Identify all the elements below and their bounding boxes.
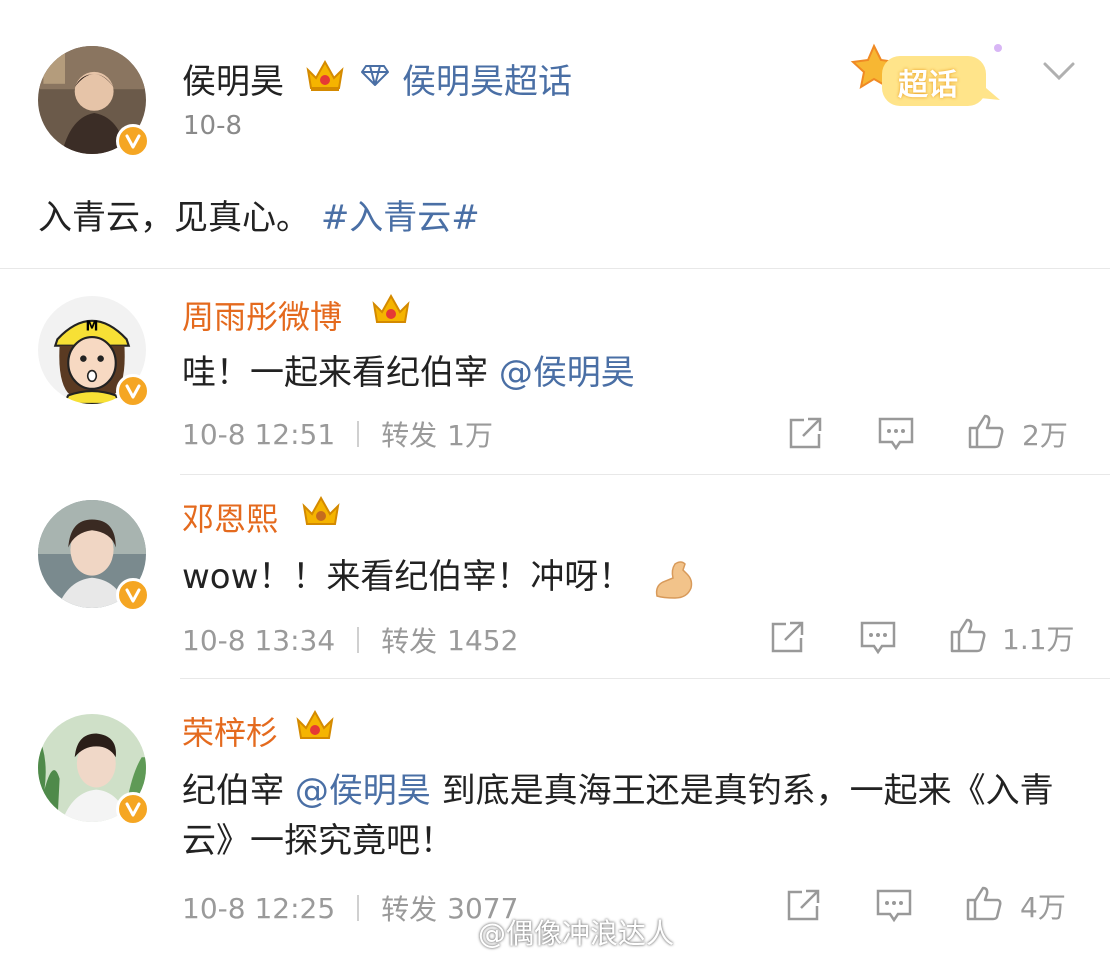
- share-icon[interactable]: [768, 618, 808, 656]
- commenter-avatar[interactable]: [38, 500, 150, 612]
- meta-separator: [357, 421, 360, 447]
- weibo-post: 侯明昊 侯明昊超话 10-8 超话 入青云，见真心。 #入青云#: [0, 0, 1110, 268]
- comment-icon[interactable]: [874, 886, 914, 924]
- post-text: 入青云，见真心。 #入青云#: [38, 190, 480, 239]
- commenter-name[interactable]: 荣梓杉: [182, 708, 278, 754]
- repost-label: 转发: [381, 893, 438, 926]
- watermark-text: @偶像冲浪达人: [478, 917, 675, 950]
- comment-text: 哇！一起来看纪伯宰 @侯明昊: [182, 348, 1072, 398]
- commenter-avatar[interactable]: M: [38, 296, 150, 408]
- comment-icon[interactable]: [876, 414, 916, 452]
- hashtag-link[interactable]: #入青云#: [321, 198, 480, 238]
- crown-icon: [302, 495, 340, 525]
- meta-separator: [357, 627, 360, 653]
- like-count: 4万: [1020, 891, 1066, 924]
- comment-item: M 周雨彤微博 哇！一起来看纪伯宰 @侯明昊 10-8 12:51 转发 1万: [0, 268, 1110, 474]
- author-name[interactable]: 侯明昊: [182, 54, 284, 103]
- comment-meta: 10-8 13:34 转发 1452: [182, 620, 518, 660]
- chevron-down-icon[interactable]: [1040, 56, 1078, 86]
- commenter-name[interactable]: 邓恩熙: [182, 494, 278, 540]
- crown-icon: [296, 709, 334, 739]
- share-icon[interactable]: [784, 886, 824, 924]
- super-topic-badge-label: 超话: [898, 68, 958, 103]
- thumbs-up-icon[interactable]: [948, 616, 988, 654]
- comment-time: 10-8 12:51: [182, 417, 336, 451]
- super-topic-badge[interactable]: 超话: [850, 36, 1010, 116]
- svg-text:M: M: [86, 320, 99, 335]
- repost-count: 1万: [447, 419, 493, 452]
- commenter-avatar[interactable]: [38, 714, 150, 826]
- comment-time: 10-8 13:34: [182, 623, 336, 657]
- comment-text: 纪伯宰 @侯明昊 到底是真海王还是真钓系，一起来《入青云》一探究竟吧！: [182, 766, 1072, 866]
- thumbs-up-icon[interactable]: [964, 884, 1004, 922]
- verified-v-icon: [116, 124, 150, 158]
- comment-item: 邓恩熙 wow！！来看纪伯宰！冲呀！ 10-8 13:34 转发 1452 1.…: [0, 474, 1110, 678]
- comment-body: 哇！一起来看纪伯宰: [182, 353, 499, 393]
- watermark: @偶像冲浪达人: [432, 912, 674, 952]
- flexed-biceps-emoji: [656, 560, 693, 599]
- comment-text: wow！！来看纪伯宰！冲呀！: [182, 552, 1072, 602]
- author-avatar[interactable]: [38, 46, 150, 158]
- mention-link[interactable]: @侯明昊: [295, 771, 431, 811]
- mention-link[interactable]: @侯明昊: [499, 353, 635, 393]
- comment-body: wow！！来看纪伯宰！冲呀！: [182, 557, 633, 597]
- comment-meta: 10-8 12:51 转发 1万: [182, 414, 493, 454]
- comment-body: 纪伯宰: [182, 771, 295, 811]
- repost-count: 1452: [447, 623, 519, 657]
- super-topic-link[interactable]: 侯明昊超话: [402, 54, 572, 103]
- weibo-logo-icon: [433, 920, 470, 947]
- verified-v-icon: [116, 792, 150, 826]
- repost-label: 转发: [381, 419, 438, 452]
- diamond-icon: [361, 65, 389, 86]
- like-count: 2万: [1022, 419, 1068, 452]
- like-count: 1.1万: [1002, 623, 1075, 656]
- crown-icon: [306, 59, 344, 91]
- post-body: 入青云，见真心。: [38, 198, 310, 238]
- post-date: 10-8: [183, 111, 243, 141]
- verified-v-icon: [116, 578, 150, 612]
- share-icon[interactable]: [786, 414, 826, 452]
- crown-icon: [372, 293, 410, 323]
- comment-icon[interactable]: [858, 618, 898, 656]
- meta-separator: [357, 895, 360, 921]
- repost-label: 转发: [381, 625, 438, 658]
- thumbs-up-icon[interactable]: [966, 412, 1006, 450]
- commenter-name[interactable]: 周雨彤微博: [182, 292, 342, 338]
- comment-time: 10-8 12:25: [182, 891, 336, 925]
- verified-v-icon: [116, 374, 150, 408]
